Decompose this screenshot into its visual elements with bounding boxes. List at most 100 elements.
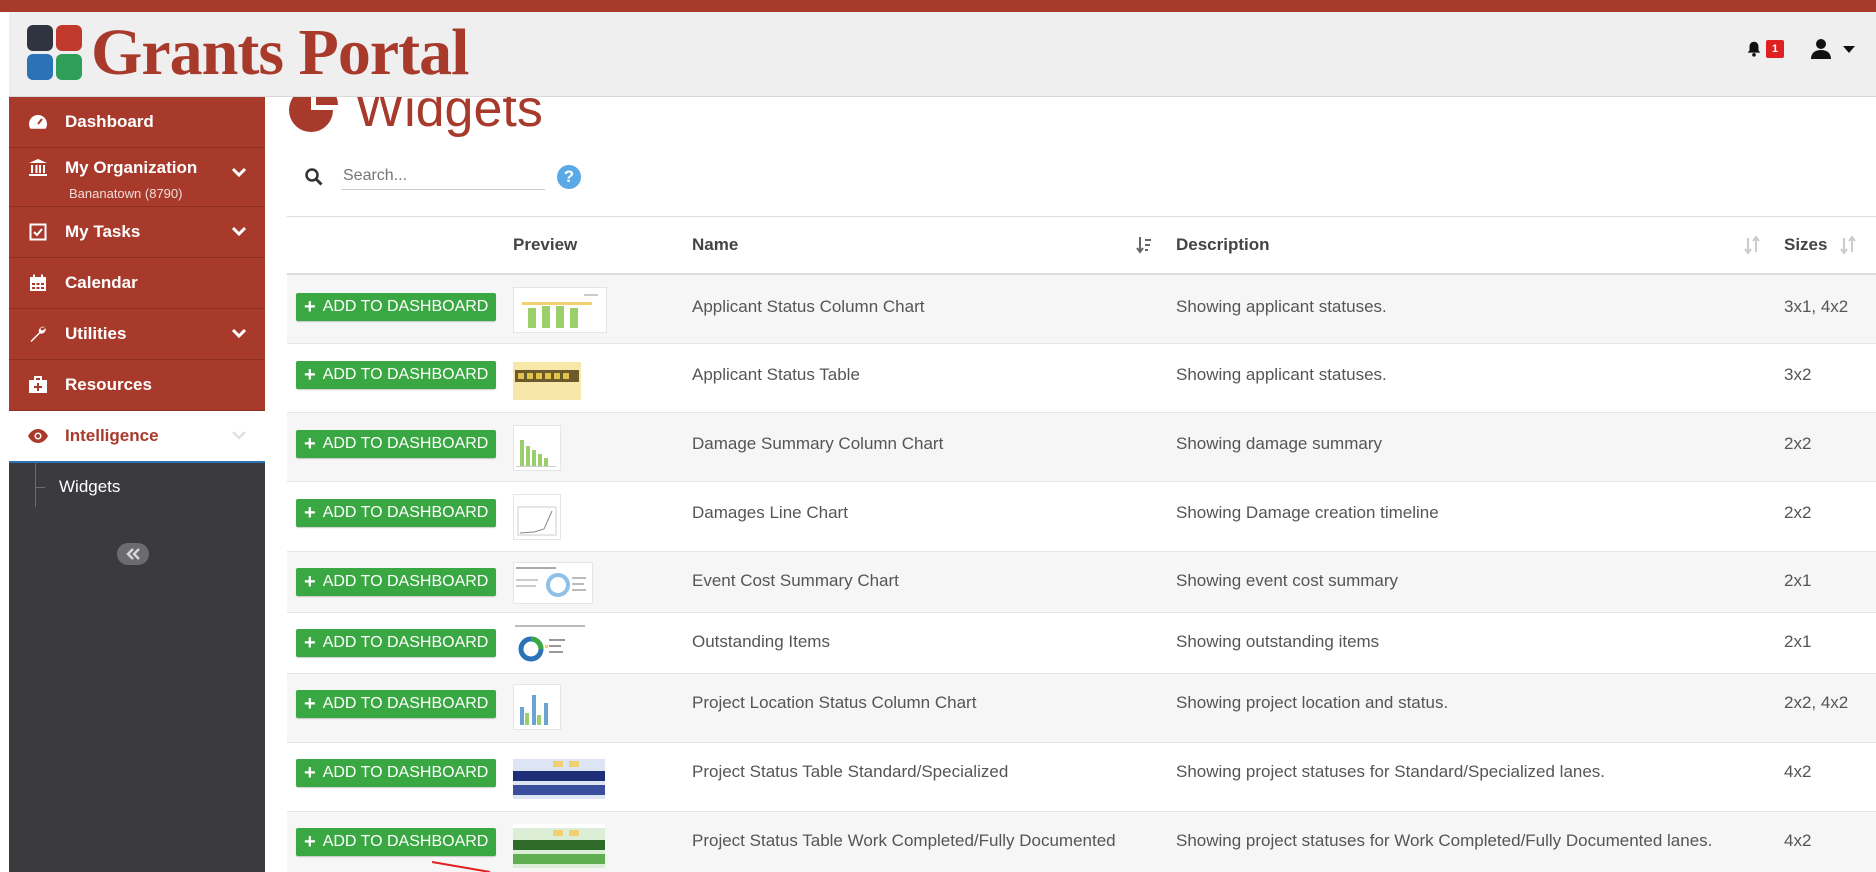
sidebar-item-label: Dashboard: [65, 112, 154, 131]
double-chevron-left-icon: [126, 548, 140, 560]
sort-icon[interactable]: [1840, 235, 1856, 255]
search-bar: [305, 163, 545, 190]
sidebar-item-my-tasks[interactable]: My Tasks: [9, 207, 265, 258]
table-row: + ADD TO DASHBOARD Project Location Statu…: [287, 674, 1876, 743]
widget-sizes: 4x2: [1784, 831, 1812, 850]
widget-name: Damage Summary Column Chart: [692, 434, 944, 453]
widget-preview-thumbnail: [513, 684, 561, 730]
sort-ascending-icon[interactable]: [1136, 235, 1152, 255]
sidebar-subitem-label: Widgets: [59, 477, 121, 496]
top-accent-stripe: [0, 0, 1876, 12]
table-row: + ADD TO DASHBOARD Applicant Status Table…: [287, 344, 1876, 413]
user-menu-button[interactable]: [1810, 38, 1856, 60]
sidebar-item-my-organization[interactable]: My Organization Bananatown (8790): [9, 148, 265, 207]
widget-sizes: 4x2: [1784, 762, 1812, 781]
plus-icon: +: [304, 433, 316, 455]
sidebar-item-dashboard[interactable]: Dashboard: [9, 97, 265, 148]
column-header-preview: Preview: [513, 235, 578, 254]
wrench-icon: [25, 324, 51, 344]
table-row: + ADD TO DASHBOARD Damages Line Chart Sho…: [287, 482, 1876, 552]
help-icon[interactable]: ?: [557, 165, 581, 189]
page-header: Widgets: [287, 97, 543, 139]
add-to-dashboard-button[interactable]: + ADD TO DASHBOARD: [296, 568, 497, 596]
add-to-dashboard-button[interactable]: + ADD TO DASHBOARD: [296, 759, 497, 787]
chevron-down-icon: [231, 167, 247, 178]
checkbox-icon: [25, 222, 51, 242]
column-header-name[interactable]: Name: [692, 235, 738, 255]
widget-name: Project Status Table Work Completed/Full…: [692, 831, 1116, 850]
widget-preview-thumbnail: [513, 425, 561, 471]
widget-description: Showing outstanding items: [1176, 632, 1380, 651]
widget-sizes: 3x2: [1784, 365, 1812, 384]
chevron-down-icon: [231, 226, 247, 237]
widget-description: Showing project location and status.: [1176, 693, 1449, 712]
add-to-dashboard-button[interactable]: + ADD TO DASHBOARD: [296, 690, 497, 718]
widget-sizes: 2x2: [1784, 503, 1812, 522]
add-to-dashboard-button[interactable]: + ADD TO DASHBOARD: [296, 293, 497, 321]
plus-icon: +: [304, 831, 316, 853]
bank-icon: [25, 158, 51, 178]
column-header-sizes[interactable]: Sizes: [1784, 235, 1827, 255]
plus-icon: +: [304, 296, 316, 318]
widget-sizes: 2x2: [1784, 434, 1812, 453]
widget-sizes: 2x1: [1784, 632, 1812, 651]
briefcase-medical-icon: [25, 375, 51, 395]
widget-description: Showing applicant statuses.: [1176, 365, 1387, 384]
sidebar-item-resources[interactable]: Resources: [9, 360, 265, 411]
annotation-arrow-icon: [432, 861, 491, 872]
app-logo[interactable]: Grants Portal: [27, 16, 469, 89]
sidebar-item-calendar[interactable]: Calendar: [9, 258, 265, 309]
widget-preview-thumbnail: [513, 623, 591, 663]
plus-icon: +: [304, 762, 316, 784]
add-to-dashboard-button[interactable]: + ADD TO DASHBOARD: [296, 629, 497, 657]
search-icon: [305, 167, 323, 186]
plus-icon: +: [304, 632, 316, 654]
widget-description: Showing event cost summary: [1176, 571, 1399, 590]
widget-description: Showing Damage creation timeline: [1176, 503, 1439, 522]
plus-icon: +: [304, 502, 316, 524]
plus-icon: +: [304, 693, 316, 715]
add-to-dashboard-button[interactable]: + ADD TO DASHBOARD: [296, 828, 497, 856]
collapse-sidebar-button[interactable]: [117, 543, 149, 565]
sidebar-item-intelligence[interactable]: Intelligence: [9, 411, 265, 463]
widget-sizes: 2x1: [1784, 571, 1812, 590]
sidebar-item-label: My Tasks: [65, 222, 141, 241]
sidebar-item-utilities[interactable]: Utilities: [9, 309, 265, 360]
main-content: Widgets ? Preview Name Description Sizes…: [287, 97, 1876, 872]
widget-name: Applicant Status Column Chart: [692, 297, 925, 316]
widget-sizes: 3x1, 4x2: [1784, 297, 1849, 316]
sort-icon[interactable]: [1744, 235, 1760, 255]
widget-name: Outstanding Items: [692, 632, 830, 651]
caret-down-icon: [1843, 46, 1855, 53]
table-row: + ADD TO DASHBOARD Event Cost Summary Cha…: [287, 552, 1876, 613]
widget-preview-thumbnail: [513, 562, 593, 604]
plus-icon: +: [304, 571, 316, 593]
sidebar: Dashboard My Organization Bananatown (87…: [9, 97, 265, 872]
widget-preview-thumbnail: [513, 287, 607, 333]
dashboard-icon: [25, 112, 51, 132]
table-row: + ADD TO DASHBOARD Damage Summary Column …: [287, 413, 1876, 482]
add-to-dashboard-button[interactable]: + ADD TO DASHBOARD: [296, 361, 497, 389]
search-input[interactable]: [341, 163, 545, 190]
app-header: Grants Portal 1: [9, 12, 1876, 97]
add-to-dashboard-button[interactable]: + ADD TO DASHBOARD: [296, 499, 497, 527]
add-to-dashboard-button[interactable]: + ADD TO DASHBOARD: [296, 430, 497, 458]
bell-icon: [1747, 41, 1761, 57]
widget-preview-thumbnail: [513, 755, 605, 799]
app-title: Grants Portal: [91, 16, 469, 89]
widget-description: Showing project statuses for Standard/Sp…: [1176, 762, 1606, 781]
table-row: + ADD TO DASHBOARD Outstanding Items Show…: [287, 613, 1876, 674]
sidebar-item-label: Resources: [65, 375, 152, 394]
sidebar-subitem-widgets[interactable]: Widgets: [9, 463, 265, 515]
widget-description: Showing damage summary: [1176, 434, 1382, 453]
widgets-table: Preview Name Description Sizes + ADD TO D…: [287, 216, 1876, 872]
widget-name: Event Cost Summary Chart: [692, 571, 899, 590]
page-title: Widgets: [355, 97, 543, 138]
column-header-description[interactable]: Description: [1176, 235, 1270, 255]
sidebar-item-label: My Organization: [65, 158, 198, 177]
notifications-button[interactable]: 1: [1745, 40, 1784, 58]
widget-preview-thumbnail: [513, 494, 561, 540]
widget-name: Applicant Status Table: [692, 365, 860, 384]
logo-mark-icon: [27, 25, 83, 81]
table-row: + ADD TO DASHBOARD Applicant Status Colum…: [287, 275, 1876, 344]
